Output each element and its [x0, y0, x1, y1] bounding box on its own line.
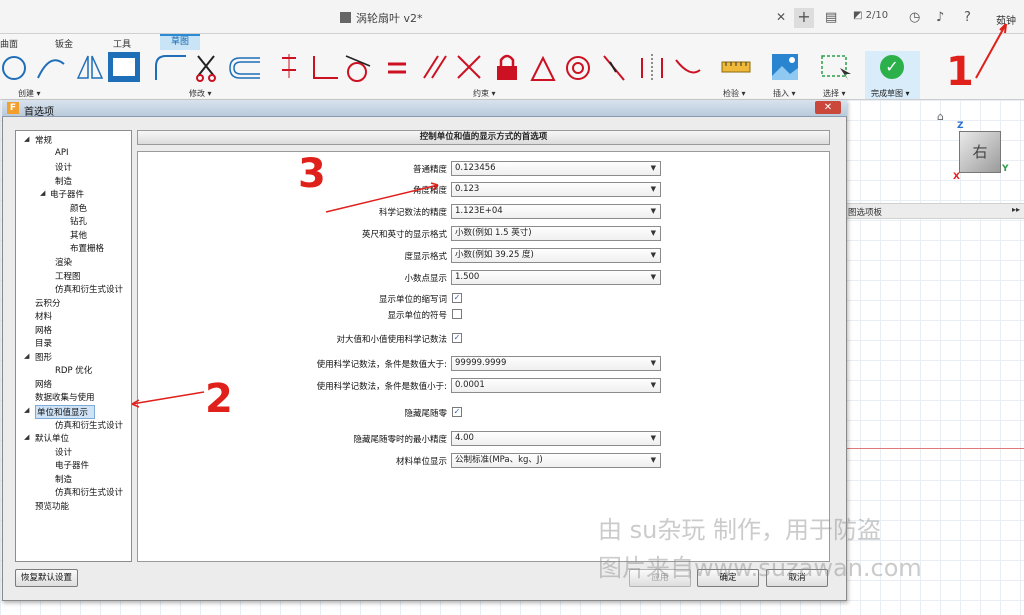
watermark-line-1: 由 su杂玩 制作，用于防盗 — [598, 516, 881, 544]
arrow-2 — [131, 391, 205, 408]
arrow-1 — [975, 23, 1007, 79]
annotation-2: 2 — [205, 376, 233, 422]
annotation-3: 3 — [298, 151, 326, 197]
arrow-3 — [325, 182, 439, 213]
watermark-line-2: 图片来自www.suzawan.com — [598, 554, 922, 582]
annotation-1: 1 — [946, 49, 974, 95]
